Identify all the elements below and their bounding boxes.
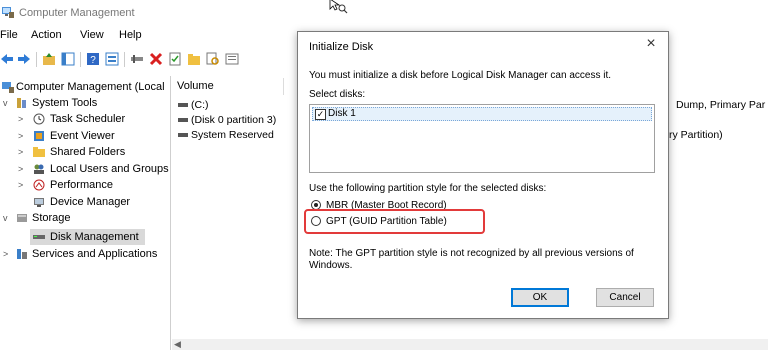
toolbar-separator (36, 52, 37, 67)
svg-text:?: ? (90, 55, 96, 66)
menu-action[interactable]: Action (31, 29, 62, 41)
menu-file[interactable]: File (0, 29, 18, 41)
storage-icon (17, 214, 27, 222)
chevron-down-icon[interactable]: v (3, 210, 11, 226)
folder-icon[interactable] (187, 52, 201, 66)
column-header-layout[interactable] (284, 78, 298, 95)
services-icon (17, 249, 27, 259)
system-tools-icon (17, 98, 26, 108)
tree-label: Device Manager (50, 196, 131, 208)
drive-icon (178, 133, 188, 138)
up-folder-icon[interactable] (42, 52, 56, 66)
chevron-down-icon[interactable]: v (3, 95, 11, 111)
tree-label: Local Users and Groups (50, 163, 169, 175)
event-viewer-icon (34, 131, 44, 141)
help-icon[interactable]: ? (86, 52, 100, 66)
chevron-right-icon[interactable]: > (18, 177, 26, 193)
window-title: Computer Management (19, 7, 135, 19)
busy-cursor-icon (329, 0, 348, 14)
volume-status-text: ry Partition) (669, 129, 723, 141)
select-disks-label: Select disks: (309, 89, 366, 100)
tree-label: Task Scheduler (50, 113, 126, 125)
view-list-icon[interactable] (225, 52, 239, 66)
horizontal-scrollbar[interactable]: ◀ (172, 339, 768, 350)
tree-label: System Tools (32, 97, 98, 109)
delete-icon[interactable] (149, 52, 163, 66)
disk-icon (33, 235, 45, 239)
tree-label: Storage (32, 212, 71, 224)
disk-checkbox[interactable]: ✓ (315, 109, 326, 120)
chevron-right-icon[interactable]: > (18, 111, 26, 127)
drive-icon (178, 103, 188, 108)
partition-style-label: Use the following partition style for th… (309, 183, 547, 194)
menu-view[interactable]: View (80, 29, 104, 41)
chevron-right-icon[interactable]: > (3, 246, 11, 262)
computer-management-icon (2, 82, 14, 93)
drive-icon (178, 118, 188, 123)
users-icon (34, 164, 44, 174)
tree-label: Event Viewer (50, 130, 115, 142)
gpt-label: GPT (GUID Partition Table) (326, 216, 447, 227)
scroll-left-icon[interactable]: ◀ (174, 339, 181, 350)
volume-status-text: Dump, Primary Par (676, 99, 766, 111)
properties-icon[interactable] (105, 52, 119, 66)
chevron-right-icon[interactable]: > (18, 161, 26, 177)
tree-label: Performance (50, 179, 113, 191)
dialog-message: You must initialize a disk before Logica… (309, 70, 612, 81)
tree-label: Shared Folders (50, 146, 126, 158)
clock-icon (33, 113, 45, 125)
volume-name: (Disk 0 partition 3) (191, 114, 277, 126)
cancel-button[interactable]: Cancel (596, 288, 654, 307)
show-hide-tree-icon[interactable] (61, 52, 75, 66)
toolbar-separator (80, 52, 81, 67)
back-arrow-icon[interactable] (0, 52, 14, 66)
folder-icon (33, 147, 45, 157)
console-tree: Computer Management (Local v System Tool… (0, 76, 171, 350)
table-row[interactable]: (C:) (178, 98, 209, 112)
initialize-disk-dialog: Initialize Disk × You must initialize a … (297, 31, 669, 319)
chevron-right-icon[interactable]: > (18, 128, 26, 144)
performance-icon (33, 179, 45, 191)
ok-button[interactable]: OK (511, 288, 569, 307)
title-bar: Computer Management (0, 0, 768, 26)
volume-name: System Reserved (191, 129, 274, 141)
dialog-title: Initialize Disk (309, 41, 374, 53)
disk-label: Disk 1 (328, 108, 356, 119)
gpt-note: Note: The GPT partition style is not rec… (309, 248, 634, 271)
toolbar-separator (124, 52, 125, 67)
list-item[interactable]: ✓ Disk 1 (312, 107, 652, 121)
computer-management-icon (2, 7, 14, 18)
table-row[interactable]: System Reserved (178, 128, 274, 142)
close-icon[interactable]: × (642, 35, 660, 53)
disk-list[interactable]: ✓ Disk 1 (309, 104, 655, 173)
volume-name: (C:) (191, 99, 209, 111)
table-row[interactable]: (Disk 0 partition 3) (178, 113, 276, 127)
connect-icon[interactable] (130, 52, 144, 66)
gpt-radio[interactable] (311, 216, 321, 226)
tree-label: Computer Management (Local (16, 81, 165, 93)
menu-help[interactable]: Help (119, 29, 142, 41)
tree-label: Services and Applications (32, 248, 158, 260)
check-doc-icon[interactable] (168, 52, 182, 66)
chevron-right-icon[interactable]: > (18, 144, 26, 160)
tree-label: Disk Management (50, 231, 139, 243)
column-header-volume[interactable]: Volume (172, 78, 284, 95)
device-manager-icon (34, 198, 44, 207)
forward-arrow-icon[interactable] (17, 52, 31, 66)
search-doc-icon[interactable] (206, 52, 220, 66)
